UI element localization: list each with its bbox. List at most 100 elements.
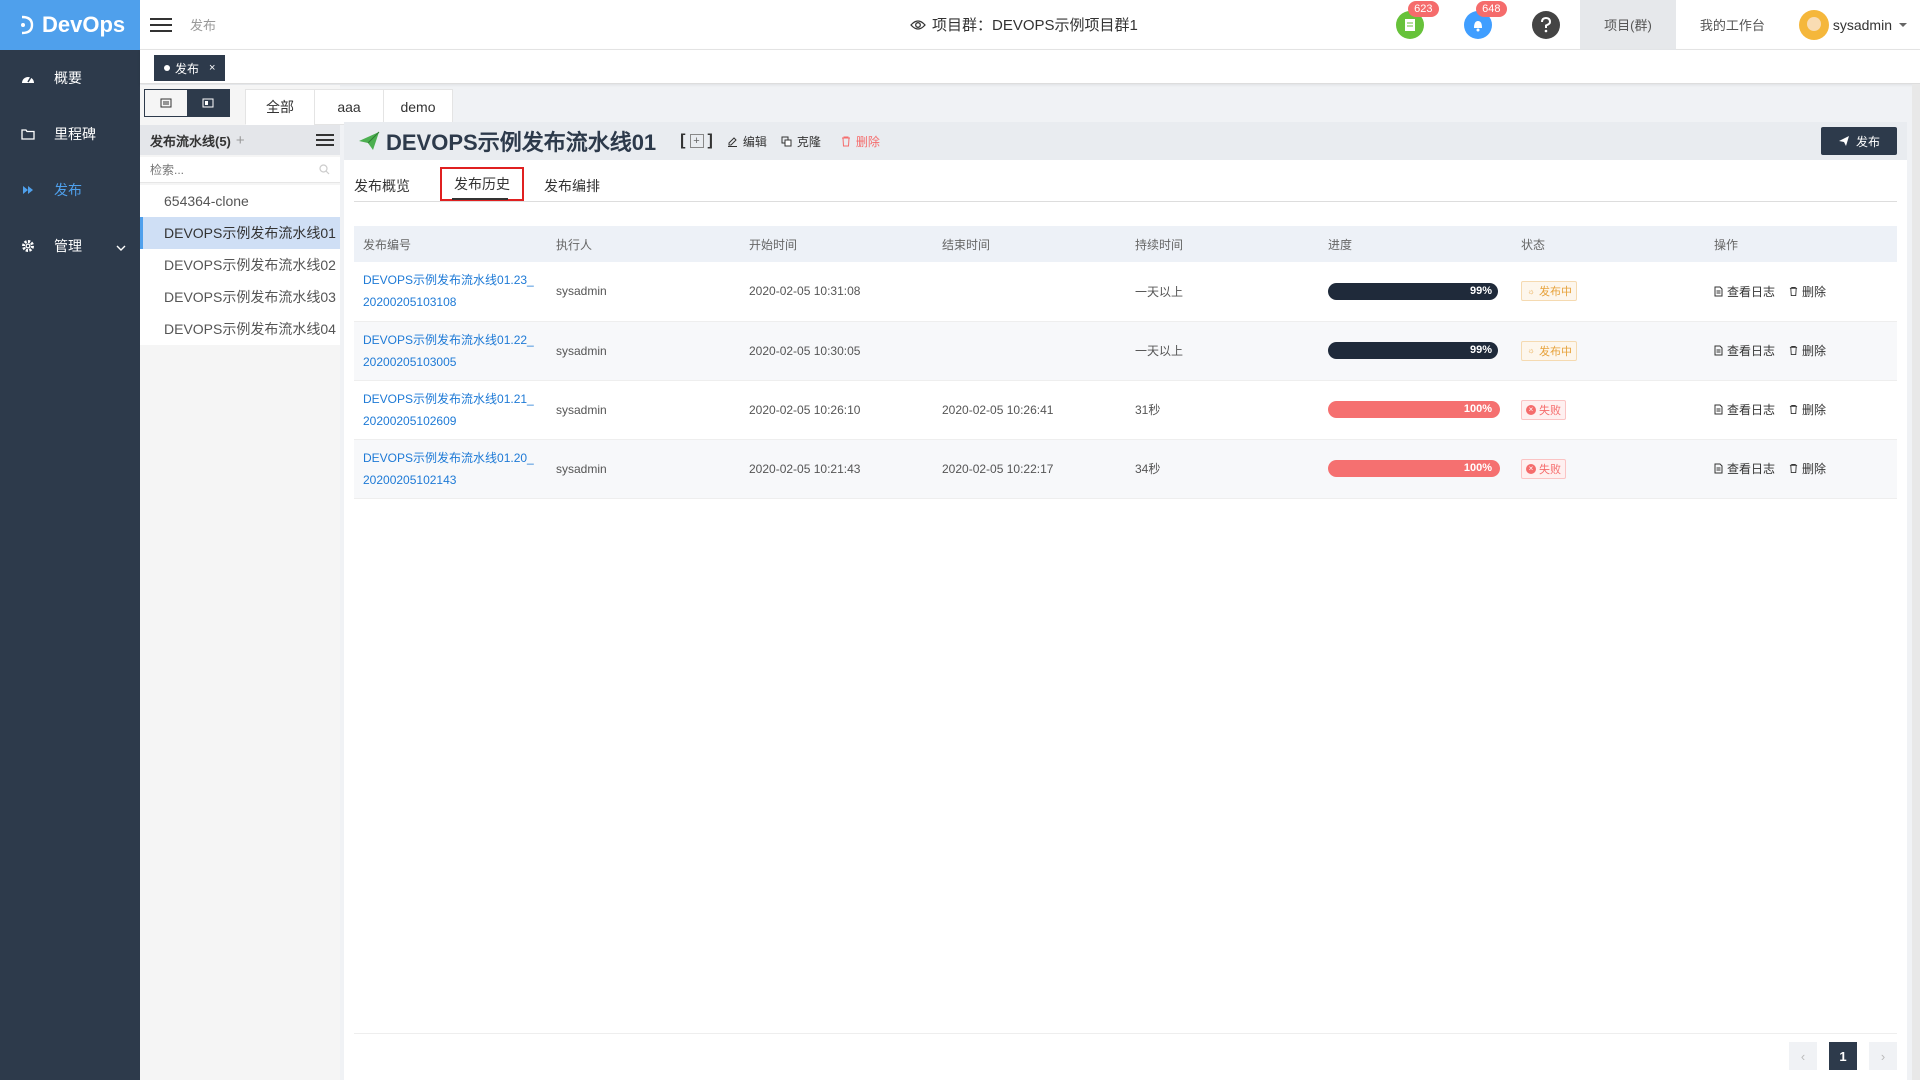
copy-icon [781,136,792,146]
tab-projects[interactable]: 项目(群) [1580,0,1676,50]
list-menu-icon[interactable] [316,131,334,149]
sidebar-item-release[interactable]: 发布 [0,162,140,218]
column-header: 状态 [1512,226,1705,262]
view-log-button[interactable]: 查看日志 [1714,342,1775,359]
table-row[interactable]: DEVOPS示例发布流水线01.23_ 20200205103108 sysad… [354,262,1897,322]
dashboard-icon [20,70,36,86]
view-log-button[interactable]: 查看日志 [1714,401,1775,418]
progress-label: 99% [1469,344,1492,356]
trash-icon [1789,286,1798,296]
table-header-row: 发布编号 执行人 开始时间 结束时间 持续时间 进度 状态 操作 [354,226,1897,262]
pipeline-item[interactable]: DEVOPS示例发布流水线02 [140,249,340,281]
status-badge: × 失败 [1521,458,1566,479]
tab-orchestration[interactable]: 发布编排 [544,170,612,202]
progress-cell: 99% [1319,262,1512,322]
release-history-table: 发布编号 执行人 开始时间 结束时间 持续时间 进度 状态 操作 DEVOPS示… [354,226,1897,499]
table-row[interactable]: DEVOPS示例发布流水线01.21_ 20200205102609 sysad… [354,380,1897,440]
delete-row-label: 删除 [1802,403,1827,417]
hamburger-menu-icon[interactable] [150,14,172,36]
tab-overview[interactable]: 发布概览 [354,170,422,202]
pipeline-item[interactable]: DEVOPS示例发布流水线03 [140,281,340,313]
delete-row-button[interactable]: 删除 [1789,401,1826,418]
progress-cell: 99% [1319,321,1512,381]
plus-icon: + [689,134,704,148]
close-icon[interactable]: × [209,62,215,74]
group-tabs: 全部 aaa demo [245,89,453,125]
sidebar-item-milestone[interactable]: 里程碑 [0,106,140,162]
release-id-line1: DEVOPS示例发布流水线01.23_ [363,273,534,288]
folder-icon [20,126,36,142]
release-id-link[interactable]: DEVOPS示例发布流水线01.22_ 20200205103005 [354,321,547,381]
notification-button[interactable]: 648 [1464,0,1507,39]
status-cell: ☼ 发布中 [1512,321,1705,381]
release-id-link[interactable]: DEVOPS示例发布流水线01.20_ 20200205102143 [354,439,547,499]
expand-toggle[interactable]: [ + ] [680,132,713,150]
delete-row-button[interactable]: 删除 [1789,342,1826,359]
search-input[interactable] [150,162,310,177]
actions-cell: 查看日志 删除 [1705,439,1897,499]
tags-bar: 发布 × [140,50,1920,84]
duration-cell: 一天以上 [1126,321,1319,381]
group-tab-aaa[interactable]: aaa [314,89,384,125]
release-id-line1: DEVOPS示例发布流水线01.20_ [363,450,534,465]
pagination-divider [354,1033,1897,1034]
release-id-link[interactable]: DEVOPS示例发布流水线01.21_ 20200205102609 [354,380,547,440]
start-time-cell: 2020-02-05 10:30:05 [740,321,933,381]
actions-cell: 查看日志 删除 [1705,262,1897,322]
list-icon [160,98,172,108]
pipeline-list-title: 发布流水线(5) [150,133,231,149]
chevron-down-icon [116,238,126,254]
pipeline-item[interactable]: 654364-clone [140,185,340,217]
page-button-current[interactable]: 1 [1829,1042,1857,1070]
progress-bar: 99% [1328,342,1500,359]
app-logo[interactable]: DevOps [0,0,140,50]
executor-cell: sysadmin [547,262,740,322]
project-title[interactable]: 项目群：DEVOPS示例项目群1 [910,14,1138,35]
group-tab-demo[interactable]: demo [383,89,453,125]
user-menu[interactable]: sysadmin [1789,9,1920,40]
release-id-line2: 20200205102609 [363,413,457,428]
view-log-button[interactable]: 查看日志 [1714,460,1775,477]
page-scrollbar[interactable] [1912,84,1920,1080]
pipeline-item[interactable]: DEVOPS示例发布流水线04 [140,313,340,345]
task-button[interactable]: 623 [1396,0,1439,39]
delete-pipeline-button[interactable]: 删除 [841,133,880,150]
list-view-button[interactable] [145,90,187,116]
edit-button[interactable]: 编辑 [727,133,767,150]
question-icon [1541,16,1552,32]
document-icon [1714,345,1723,356]
sun-icon: ☼ [1527,286,1535,296]
prev-page-button[interactable]: ‹ [1789,1042,1817,1070]
next-page-button[interactable]: › [1869,1042,1897,1070]
duration-cell: 一天以上 [1126,262,1319,322]
release-id-link[interactable]: DEVOPS示例发布流水线01.23_ 20200205103108 [354,262,547,322]
sidebar-item-manage[interactable]: 管理 [0,218,140,274]
progress-bar: 99% [1328,282,1500,300]
status-text: 发布中 [1539,286,1572,299]
view-log-label: 查看日志 [1727,344,1776,358]
pipeline-title: DEVOPS示例发布流水线01 [386,130,657,155]
view-log-button[interactable]: 查看日志 [1714,283,1775,300]
delete-row-button[interactable]: 删除 [1789,283,1826,300]
tag-release[interactable]: 发布 × [154,55,226,81]
sidebar-item-label: 概要 [54,70,82,86]
app-name: DevOps [42,12,126,37]
clone-button[interactable]: 克隆 [781,133,821,150]
sidebar-item-overview[interactable]: 概要 [0,50,140,106]
help-button[interactable] [1532,10,1561,39]
table-row[interactable]: DEVOPS示例发布流水线01.20_ 20200205102143 sysad… [354,439,1897,499]
group-tab-all[interactable]: 全部 [245,89,315,125]
delete-row-label: 删除 [1802,462,1827,476]
table-row[interactable]: DEVOPS示例发布流水线01.22_ 20200205103005 sysad… [354,321,1897,381]
add-pipeline-button[interactable]: + [236,132,245,149]
tag-label: 发布 [175,61,200,76]
tab-workbench[interactable]: 我的工作台 [1676,0,1789,50]
pipeline-list-header: 发布流水线(5) + [140,125,340,155]
card-view-button[interactable] [187,90,229,116]
release-id-line1: DEVOPS示例发布流水线01.22_ [363,332,534,347]
publish-button[interactable]: 发布 [1821,127,1897,155]
progress-label: 100% [1463,462,1492,474]
pipeline-item[interactable]: DEVOPS示例发布流水线01 [140,217,340,249]
delete-row-button[interactable]: 删除 [1789,460,1826,477]
tab-history[interactable]: 发布历史 [440,167,524,201]
